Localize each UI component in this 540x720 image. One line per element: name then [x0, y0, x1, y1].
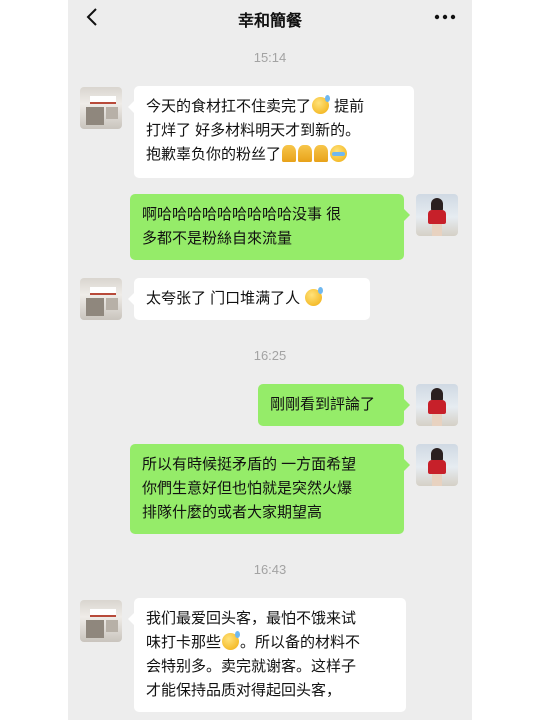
- message-text: 提前: [330, 98, 365, 115]
- sweat-smile-emoji: [305, 287, 324, 306]
- sweat-smile-emoji: [312, 95, 331, 114]
- message-text: 所以有時候挺矛盾的 一方面希望: [142, 456, 357, 473]
- more-button[interactable]: [432, 6, 458, 28]
- message-text: 啊哈哈哈哈哈哈哈哈哈没事 很: [142, 206, 342, 223]
- message-text: 多都不是粉絲自來流量: [142, 230, 293, 247]
- message-text: 太夸张了 门口堆满了人: [146, 290, 305, 307]
- message-text: 抱歉辜负你的粉丝了: [146, 146, 282, 163]
- message-bubble-sent[interactable]: 所以有時候挺矛盾的 一方面希望 你們生意好但也怕就是突然火爆 排隊什麼的或者大家…: [130, 444, 410, 534]
- message-bubble-received[interactable]: 太夸张了 门口堆满了人: [128, 278, 370, 320]
- message-text: 打烊了 好多材料明天才到新的。: [146, 122, 361, 139]
- timestamp: 16:43: [253, 562, 287, 577]
- sweat-smile-emoji: [222, 631, 241, 650]
- chat-title: 幸和簡餐: [237, 13, 302, 30]
- more-dots-icon: [434, 14, 456, 20]
- message-text: 味打卡那些: [146, 634, 222, 651]
- message-text: 我们最爱回头客，最怕不饿来试: [146, 610, 357, 627]
- avatar-self[interactable]: [416, 194, 458, 236]
- chat-header: 幸和簡餐: [68, 0, 472, 36]
- message-bubble-received[interactable]: 今天的食材扛不住卖完了 提前 打烊了 好多材料明天才到新的。 抱歉辜负你的粉丝了: [128, 86, 414, 178]
- message-text: 你們生意好但也怕就是突然火爆: [142, 480, 353, 497]
- message-text: 今天的食材扛不住卖完了: [146, 98, 312, 115]
- avatar-restaurant[interactable]: [80, 600, 122, 642]
- message-text: 。所以备的材料不: [240, 634, 361, 651]
- message-bubble-sent[interactable]: 啊哈哈哈哈哈哈哈哈哈没事 很 多都不是粉絲自來流量: [130, 194, 410, 260]
- timestamp: 16:25: [253, 348, 287, 363]
- avatar-restaurant[interactable]: [80, 278, 122, 320]
- message-bubble-received[interactable]: 我们最爱回头客，最怕不饿来试 味打卡那些 。所以备的材料不 会特别多。卖完就谢客。…: [128, 598, 406, 712]
- timestamp: 15:14: [253, 50, 287, 65]
- message-text: 会特别多。卖完就谢客。这样子: [146, 658, 357, 675]
- chat-screen: 幸和簡餐 15:14 今天的食材扛不住卖完了 提前 打烊了 好多材料明天才到新的…: [68, 0, 472, 720]
- pray-emoji: [298, 145, 313, 162]
- message-text: 剛剛看到評論了: [270, 396, 376, 413]
- message-text: 排隊什麼的或者大家期望高: [142, 504, 323, 521]
- pray-emoji: [282, 145, 297, 162]
- pray-emoji: [314, 145, 329, 162]
- avatar-self[interactable]: [416, 384, 458, 426]
- avatar-self[interactable]: [416, 444, 458, 486]
- message-bubble-sent[interactable]: 剛剛看到評論了: [258, 384, 410, 426]
- crying-emoji: [330, 145, 348, 162]
- avatar-restaurant[interactable]: [80, 87, 122, 129]
- message-text: 才能保持品质对得起回头客，: [146, 682, 342, 699]
